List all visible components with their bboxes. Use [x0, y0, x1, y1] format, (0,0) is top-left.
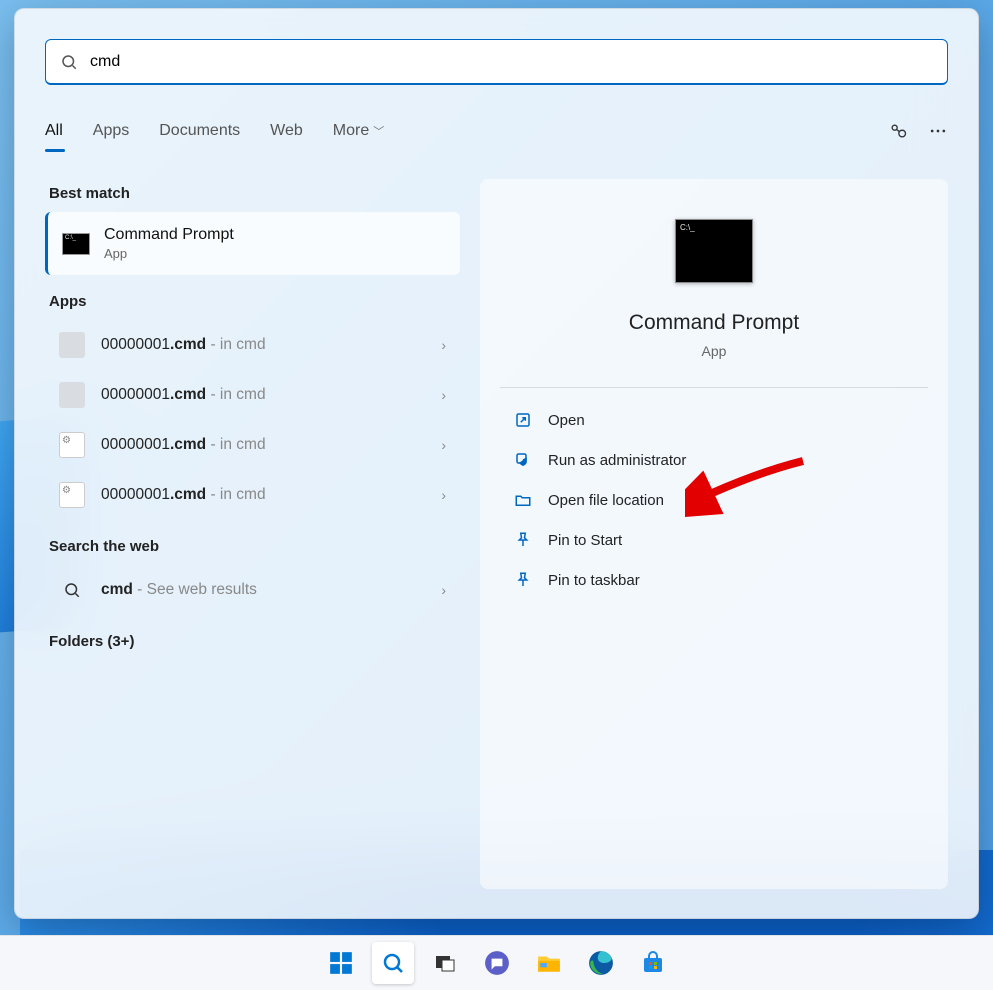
result-label: 00000001.cmd - in cmd [101, 336, 266, 354]
settings-file-icon [59, 482, 85, 508]
tab-all[interactable]: All [45, 122, 63, 140]
preview-title: Command Prompt [500, 311, 928, 335]
action-pin-to-start[interactable]: Pin to Start [500, 520, 928, 560]
search-input[interactable] [90, 53, 933, 71]
taskbar-task-view[interactable] [424, 942, 466, 984]
search-icon [59, 577, 85, 603]
preview-subtitle: App [500, 343, 928, 359]
best-match-subtitle: App [104, 246, 234, 261]
app-result[interactable]: 00000001.cmd - in cmd › [45, 320, 460, 370]
shield-icon [514, 451, 532, 469]
action-pin-to-taskbar[interactable]: Pin to taskbar [500, 560, 928, 600]
file-icon [59, 382, 85, 408]
tips-icon[interactable] [888, 121, 908, 141]
taskbar-store[interactable] [632, 942, 674, 984]
best-match-result[interactable]: Command Prompt App [45, 212, 460, 275]
tab-apps[interactable]: Apps [93, 122, 129, 140]
app-result[interactable]: 00000001.cmd - in cmd › [45, 470, 460, 520]
folders-header: Folders (3+) [49, 633, 456, 650]
search-icon [60, 53, 78, 71]
preview-app-icon [675, 219, 753, 283]
chevron-right-icon: › [441, 387, 446, 403]
result-label: 00000001.cmd - in cmd [101, 386, 266, 404]
tab-web[interactable]: Web [270, 122, 303, 140]
file-icon [59, 332, 85, 358]
app-result[interactable]: 00000001.cmd - in cmd › [45, 420, 460, 470]
taskbar-chat[interactable] [476, 942, 518, 984]
search-box[interactable] [45, 39, 948, 85]
command-prompt-icon [62, 233, 90, 255]
tab-more[interactable]: More﹀ [333, 122, 384, 140]
settings-file-icon [59, 432, 85, 458]
apps-header: Apps [49, 293, 456, 310]
divider [500, 387, 928, 388]
search-web-header: Search the web [49, 538, 456, 555]
taskbar-edge[interactable] [580, 942, 622, 984]
preview-pane: Command Prompt App Open Run as administr… [480, 179, 948, 889]
chevron-right-icon: › [441, 337, 446, 353]
app-result[interactable]: 00000001.cmd - in cmd › [45, 370, 460, 420]
taskbar [0, 935, 993, 990]
web-search-result[interactable]: cmd - See web results › [45, 565, 460, 615]
filter-tabs: All Apps Documents Web More﹀ [45, 113, 948, 149]
action-open-file-location[interactable]: Open file location [500, 480, 928, 520]
best-match-title: Command Prompt [104, 226, 234, 244]
start-button[interactable] [320, 942, 362, 984]
tab-documents[interactable]: Documents [159, 122, 240, 140]
more-options-icon[interactable] [928, 121, 948, 141]
best-match-header: Best match [49, 185, 456, 202]
chevron-down-icon: ﹀ [373, 126, 384, 138]
start-menu-search-panel: All Apps Documents Web More﹀ Best match … [14, 8, 979, 919]
results-column: Best match Command Prompt App Apps 00000… [45, 179, 460, 889]
taskbar-search-button[interactable] [372, 942, 414, 984]
chevron-right-icon: › [441, 582, 446, 598]
pin-icon [514, 531, 532, 549]
chevron-right-icon: › [441, 487, 446, 503]
taskbar-file-explorer[interactable] [528, 942, 570, 984]
action-open[interactable]: Open [500, 400, 928, 440]
pin-icon [514, 571, 532, 589]
action-run-as-admin[interactable]: Run as administrator [500, 440, 928, 480]
result-label: 00000001.cmd - in cmd [101, 486, 266, 504]
folder-icon [514, 491, 532, 509]
open-icon [514, 411, 532, 429]
result-label: 00000001.cmd - in cmd [101, 436, 266, 454]
chevron-right-icon: › [441, 437, 446, 453]
